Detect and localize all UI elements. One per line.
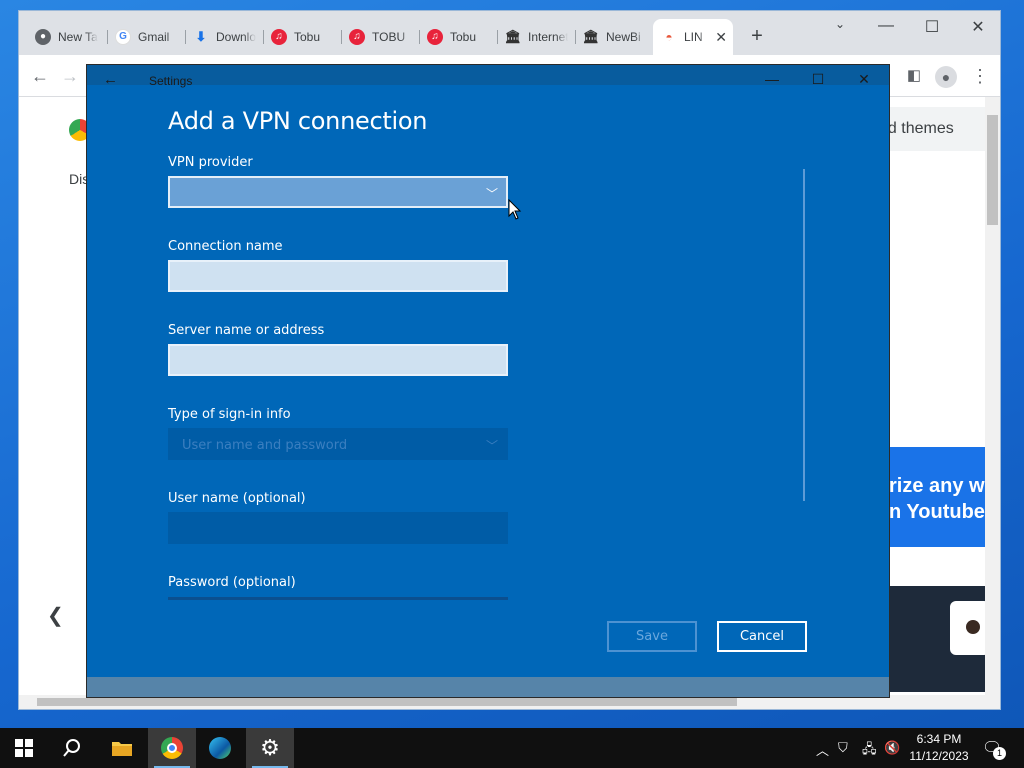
archive-icon: 🏛	[504, 28, 522, 44]
start-button[interactable]	[0, 728, 48, 768]
network-icon[interactable]: 🖧	[862, 740, 877, 762]
music-note-icon: ♫	[271, 28, 287, 45]
back-icon[interactable]: ←	[29, 65, 51, 87]
tab-title: Gmail	[138, 29, 170, 44]
tab-internet-archive[interactable]: 🏛 Internet	[497, 23, 575, 50]
tab-downloads[interactable]: ⬇ Downloads	[185, 23, 263, 50]
password-label: Password (optional)	[168, 575, 296, 590]
search-button[interactable]	[48, 728, 96, 768]
promo-avatar-card	[950, 601, 990, 655]
back-arrow-icon[interactable]: ←	[103, 71, 118, 88]
profile-icon[interactable]: ●	[935, 65, 957, 88]
security-icon[interactable]: ⛉	[838, 740, 848, 756]
archive-icon: 🏛	[582, 28, 600, 44]
tab-strip: ● New Tab G Gmail ⬇ Downloads ♫ Tobu ♫ T…	[19, 11, 1000, 55]
volume-muted-icon[interactable]: 🔇	[884, 740, 900, 756]
tab-active[interactable]: ◓ LIN ✕	[653, 19, 733, 55]
page-vertical-scroll-thumb[interactable]	[987, 115, 998, 225]
maximize-icon[interactable]: ☐	[917, 17, 947, 37]
save-button[interactable]: Save	[607, 621, 697, 652]
taskbar-clock[interactable]: 6:34 PM 11/12/2023	[904, 731, 974, 765]
tab-title: Downloads	[216, 29, 256, 44]
tab-search-icon[interactable]: ⌄	[825, 17, 855, 31]
settings-footer	[87, 677, 889, 697]
chevron-down-icon: ﹀	[485, 187, 498, 201]
tab-title: LIN	[684, 30, 703, 44]
tab-new-tab[interactable]: ● New Tab	[27, 23, 105, 50]
password-input[interactable]	[168, 597, 508, 600]
forward-icon[interactable]: →	[59, 65, 81, 87]
settings-title: Settings	[149, 74, 193, 88]
tab-title: NewBi	[606, 29, 641, 44]
tab-title: New Tab	[58, 29, 98, 44]
clock-date: 11/12/2023	[909, 749, 969, 763]
tab-title: Internet	[528, 29, 568, 44]
settings-close-icon[interactable]: ✕	[849, 71, 879, 88]
edge-icon	[209, 737, 231, 759]
chrome-icon	[161, 737, 183, 759]
signin-type-value: User name and password	[182, 438, 348, 453]
vpn-provider-label: VPN provider	[168, 155, 253, 170]
tab-title: Tobu	[294, 29, 321, 44]
signin-type-label: Type of sign-in info	[168, 407, 291, 422]
menu-icon[interactable]: ⋮	[969, 65, 991, 87]
avatar	[966, 620, 980, 634]
promo-text: rize any w	[889, 475, 985, 497]
folder-icon	[112, 742, 132, 756]
gear-icon: ⚙	[260, 735, 280, 760]
taskbar-edge[interactable]	[196, 728, 244, 768]
action-center-button[interactable]: 🗨 1	[982, 738, 1006, 760]
connection-name-input[interactable]	[168, 260, 508, 292]
tab-tobu-1[interactable]: ♫ Tobu	[263, 23, 341, 50]
tab-title: TOBU	[372, 29, 406, 44]
windows-logo-icon	[15, 739, 33, 757]
signin-type-dropdown[interactable]: User name and password ﹀	[168, 428, 508, 460]
new-tab-button[interactable]: +	[745, 25, 769, 49]
clock-time: 6:34 PM	[916, 732, 962, 746]
tray-overflow-icon[interactable]: ︿	[816, 740, 829, 759]
settings-minimize-icon[interactable]: —	[757, 71, 787, 87]
promo-text: n Youtube	[889, 501, 985, 523]
username-input[interactable]	[168, 512, 508, 544]
connection-name-label: Connection name	[168, 239, 283, 254]
notification-count-badge: 1	[993, 747, 1006, 760]
minimize-icon[interactable]: —	[871, 17, 901, 35]
rainbow-icon: ◓	[665, 30, 673, 44]
themes-card[interactable]: nd themes	[879, 107, 987, 151]
username-label: User name (optional)	[168, 491, 306, 506]
settings-window: ← Settings — ☐ ✕ Add a VPN connection VP…	[87, 65, 889, 697]
taskbar-settings[interactable]: ⚙	[246, 728, 294, 768]
settings-maximize-icon[interactable]: ☐	[803, 71, 833, 88]
themes-card-label: nd themes	[879, 120, 954, 137]
taskbar-chrome[interactable]	[148, 728, 196, 768]
music-note-icon: ♫	[427, 28, 443, 45]
tab-tobu-3[interactable]: ♫ Tobu	[419, 23, 497, 50]
side-panel-icon[interactable]: ◧	[903, 65, 925, 87]
google-g-icon: G	[115, 28, 131, 45]
close-window-icon[interactable]: ✕	[963, 17, 993, 37]
download-icon: ⬇	[195, 28, 207, 44]
taskbar-file-explorer[interactable]	[98, 728, 146, 768]
music-note-icon: ♫	[349, 28, 365, 45]
chevron-down-icon: ﹀	[485, 439, 498, 453]
search-icon	[63, 739, 80, 757]
tab-gmail[interactable]: G Gmail	[107, 23, 185, 50]
tab-tobu-2[interactable]: ♫ TOBU	[341, 23, 419, 50]
tab-title: Tobu	[450, 29, 477, 44]
server-address-label: Server name or address	[168, 323, 325, 338]
server-address-input[interactable]	[168, 344, 508, 376]
mouse-cursor-icon	[508, 199, 522, 220]
page-horizontal-scroll-thumb[interactable]	[37, 698, 737, 706]
cancel-button[interactable]: Cancel	[717, 621, 807, 652]
carousel-prev-icon[interactable]: ❮	[47, 603, 64, 628]
dialog-title: Add a VPN connection	[168, 107, 428, 135]
vpn-provider-dropdown[interactable]: ﹀	[168, 176, 508, 208]
promo-banner[interactable]: rize any w n Youtube	[889, 447, 985, 547]
chrome-icon: ●	[35, 28, 51, 45]
close-tab-icon[interactable]: ✕	[715, 29, 727, 46]
tab-newbi[interactable]: 🏛 NewBi	[575, 23, 653, 50]
dialog-scrollbar[interactable]	[803, 169, 805, 501]
